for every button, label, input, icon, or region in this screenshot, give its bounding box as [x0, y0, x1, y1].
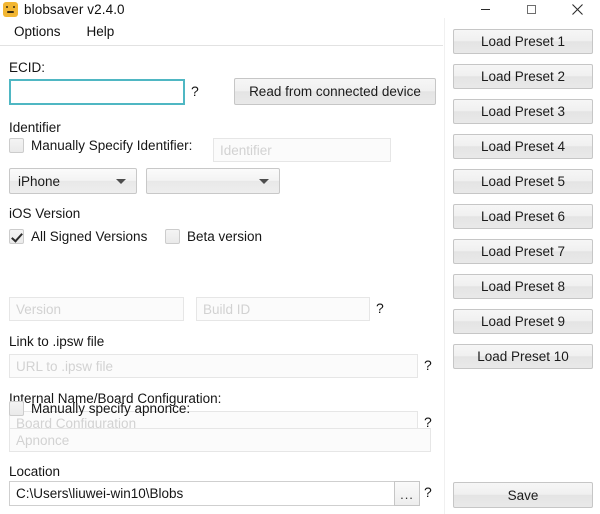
menu-item-options[interactable]: Options [12, 22, 63, 41]
app-face-icon [3, 1, 18, 17]
location-label: Location [9, 464, 61, 479]
ipsw-url-input[interactable] [9, 354, 418, 378]
menu-bar: Options Help [0, 18, 443, 46]
minimize-button[interactable] [462, 0, 508, 18]
load-preset-1-button[interactable]: Load Preset 1 [453, 29, 593, 54]
maximize-button[interactable] [508, 0, 554, 18]
main-form-pane: ECID: ? Read from connected device Ident… [0, 47, 443, 514]
checkbox-box [9, 229, 24, 244]
ecid-input[interactable] [9, 79, 185, 105]
presets-pane: Load Preset 1 Load Preset 2 Load Preset … [444, 18, 600, 514]
window-title: blobsaver v2.4.0 [24, 1, 125, 17]
all-signed-versions-checkbox[interactable]: All Signed Versions [9, 229, 147, 244]
load-preset-10-button[interactable]: Load Preset 10 [453, 344, 593, 369]
manually-specify-identifier-checkbox[interactable]: Manually Specify Identifier: [9, 138, 192, 153]
save-button[interactable]: Save [453, 482, 593, 508]
checkbox-box [9, 401, 24, 416]
manually-specify-apnonce-checkbox[interactable]: Manually specify apnonce: [9, 401, 190, 416]
ecid-help-icon[interactable]: ? [191, 83, 199, 99]
load-preset-5-button[interactable]: Load Preset 5 [453, 169, 593, 194]
device-type-value: iPhone [18, 173, 61, 189]
browse-location-button[interactable]: ... [394, 481, 420, 506]
identifier-label: Identifier [9, 120, 61, 135]
close-button[interactable] [554, 0, 600, 18]
ecid-label: ECID: [9, 60, 46, 75]
load-preset-3-button[interactable]: Load Preset 3 [453, 99, 593, 124]
identifier-input[interactable] [213, 138, 391, 162]
all-signed-versions-label: All Signed Versions [31, 229, 148, 244]
manually-specify-identifier-label: Manually Specify Identifier: [31, 138, 193, 153]
ipsw-help-icon[interactable]: ? [424, 357, 432, 373]
load-preset-4-button[interactable]: Load Preset 4 [453, 134, 593, 159]
location-input[interactable] [9, 481, 397, 506]
read-from-device-button[interactable]: Read from connected device [234, 78, 436, 105]
device-model-dropdown[interactable] [146, 168, 280, 194]
beta-version-label: Beta version [187, 229, 263, 244]
ipsw-link-label: Link to .ipsw file [9, 334, 105, 349]
load-preset-7-button[interactable]: Load Preset 7 [453, 239, 593, 264]
checkbox-box [9, 138, 24, 153]
load-preset-9-button[interactable]: Load Preset 9 [453, 309, 593, 334]
manually-specify-apnonce-label: Manually specify apnonce: [31, 401, 191, 416]
buildid-input[interactable] [196, 297, 370, 321]
window-controls [462, 0, 600, 18]
load-preset-6-button[interactable]: Load Preset 6 [453, 204, 593, 229]
chevron-down-icon [116, 179, 126, 184]
load-preset-8-button[interactable]: Load Preset 8 [453, 274, 593, 299]
ios-version-label: iOS Version [9, 206, 81, 221]
ios-version-help-icon[interactable]: ? [376, 300, 384, 316]
close-icon [571, 3, 583, 15]
device-type-dropdown[interactable]: iPhone [9, 168, 137, 194]
load-preset-2-button[interactable]: Load Preset 2 [453, 64, 593, 89]
maximize-icon [526, 4, 536, 14]
chevron-down-icon [259, 179, 269, 184]
location-help-icon[interactable]: ? [424, 484, 432, 500]
apnonce-input[interactable] [9, 428, 431, 452]
version-input[interactable] [9, 297, 184, 321]
minimize-icon [480, 8, 490, 10]
beta-version-checkbox[interactable]: Beta version [165, 229, 262, 244]
menu-item-help[interactable]: Help [85, 22, 117, 41]
title-bar: blobsaver v2.4.0 [0, 0, 600, 18]
checkbox-box [165, 229, 180, 244]
